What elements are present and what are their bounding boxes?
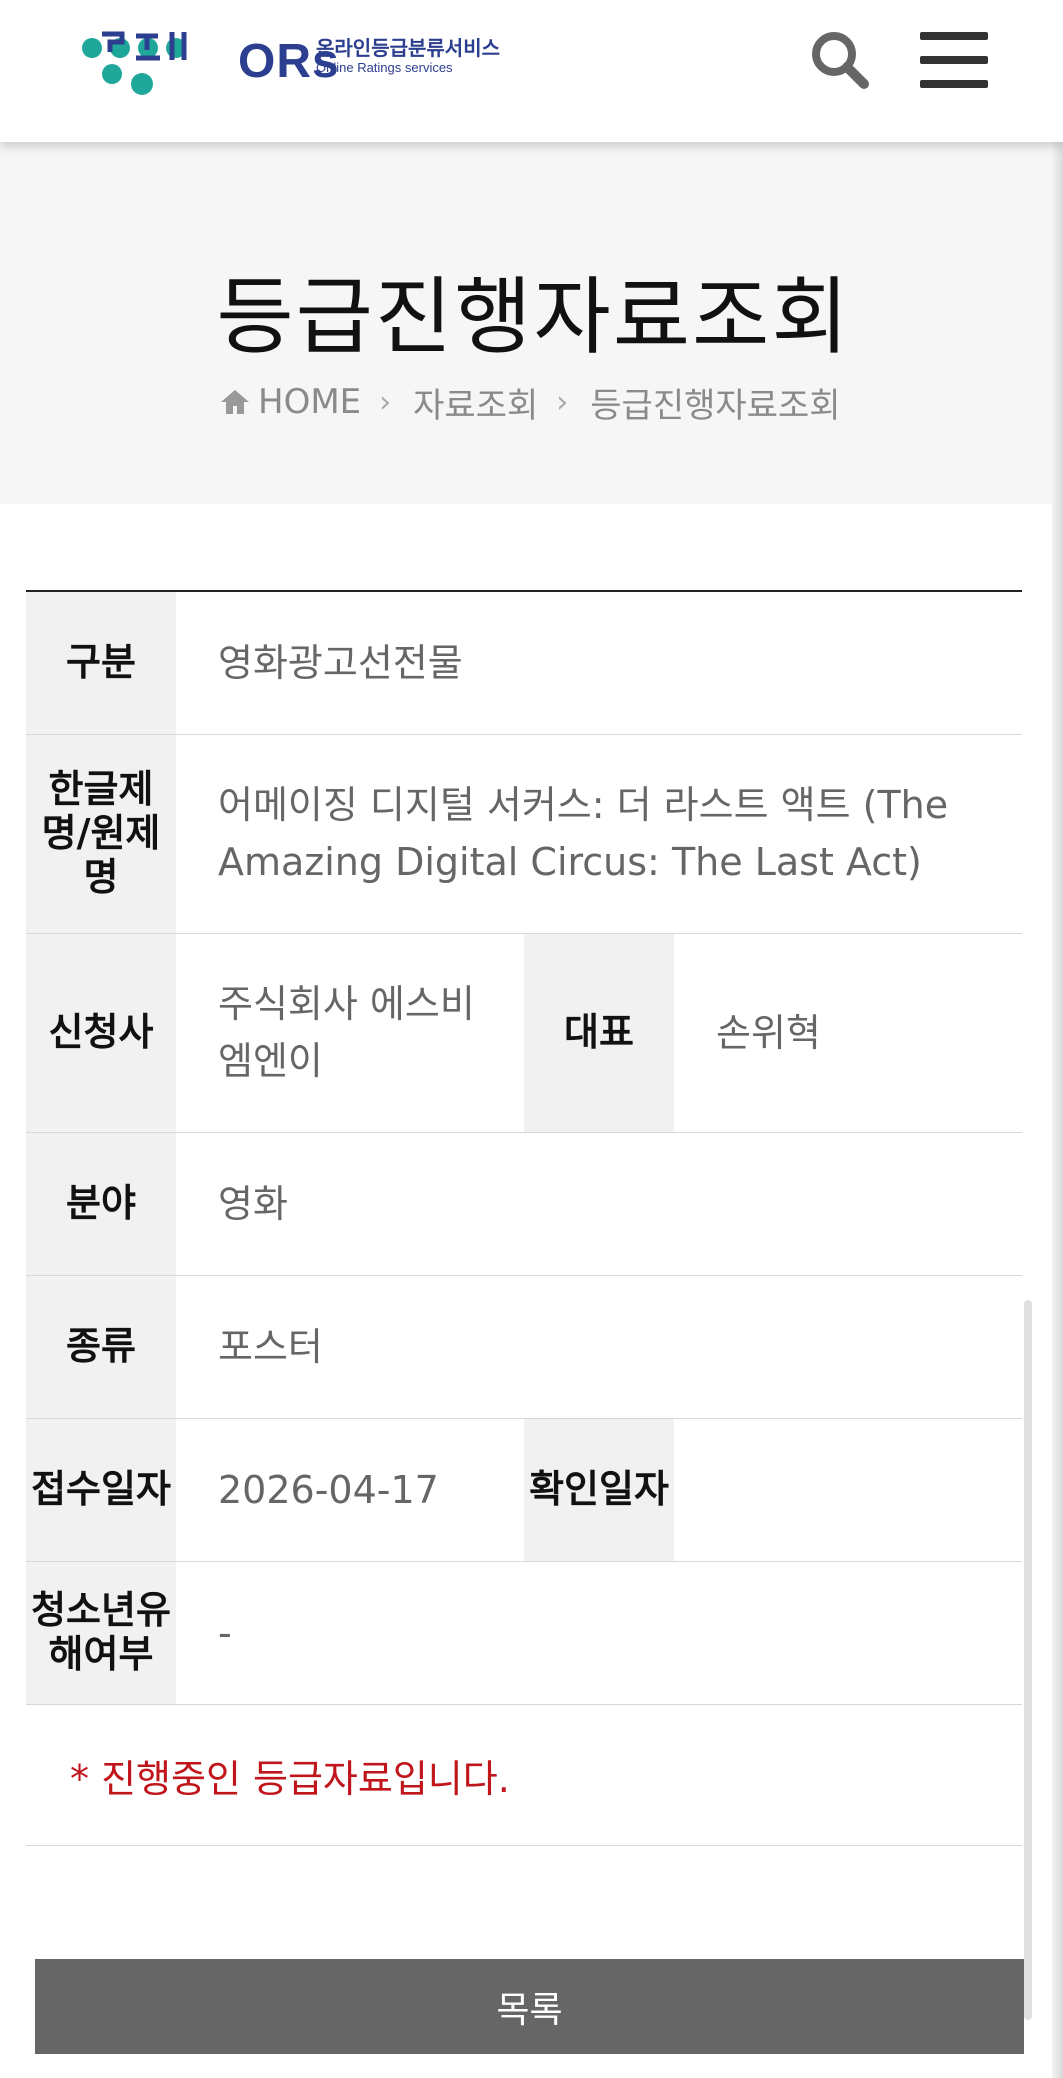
title-value: 어메이징 디지털 서커스: 더 라스트 액트 (The Amazing Digi… (218, 783, 949, 884)
logo-subtitle-english: Online Ratings services (316, 60, 453, 75)
list-button[interactable]: 목록 (35, 1959, 1024, 2054)
page-hero: 등급진행자료조회 HOME › 자료조회 › 등급진행자료조회 (0, 142, 1063, 504)
confirmed-date-label: 확인일자 (524, 1419, 674, 1561)
page-title: 등급진행자료조회 (216, 268, 851, 366)
table-row-youth-harmful: 청소년유해여부 - (26, 1562, 1022, 1705)
search-button[interactable] (808, 28, 872, 92)
chevron-right-icon: › (556, 384, 569, 420)
representative-value: 손위혁 (716, 1010, 821, 1055)
table-row-dates: 접수일자 2026-04-17 확인일자 (26, 1419, 1022, 1562)
hamburger-line (920, 80, 988, 88)
title-label: 한글제명/원제명 (26, 735, 176, 933)
table-row-category: 구분 영화광고선전물 (26, 592, 1022, 735)
field-label: 분야 (26, 1133, 176, 1275)
applicant-label: 신청사 (26, 934, 176, 1132)
progress-notice: * 진행중인 등급자료입니다. (26, 1705, 1022, 1846)
kind-value: 포스터 (218, 1324, 323, 1369)
table-row-applicant: 신청사 주식회사 에스비엠엔이 대표 손위혁 (26, 934, 1022, 1133)
received-date-label: 접수일자 (26, 1419, 176, 1561)
kind-label: 종류 (26, 1276, 176, 1418)
logo-subtitle-korean: 온라인등급분류서비스 (316, 36, 500, 60)
page-edge-shadow (1052, 0, 1063, 2078)
category-label: 구분 (26, 592, 176, 734)
category-value: 영화광고선전물 (218, 640, 463, 685)
table-row-kind: 종류 포스터 (26, 1276, 1022, 1419)
table-row-field: 분야 영화 (26, 1133, 1022, 1276)
scrollbar[interactable] (1024, 1300, 1032, 2020)
site-logo[interactable]: ORs 온라인등급분류서비스 Online Ratings services (80, 26, 510, 106)
youth-harmful-value: - (218, 1610, 232, 1655)
search-icon (812, 32, 869, 89)
rating-info-table: 구분 영화광고선전물 한글제명/원제명 어메이징 디지털 서커스: 더 라스트 … (26, 590, 1022, 1846)
representative-label: 대표 (524, 934, 674, 1132)
breadcrumb-data-lookup[interactable]: 자료조회 (413, 378, 538, 427)
hamburger-line (920, 56, 988, 64)
breadcrumb-home[interactable]: HOME (258, 382, 361, 422)
logo-mark (82, 31, 187, 95)
home-icon (221, 390, 249, 414)
applicant-value: 주식회사 에스비엠엔이 (218, 982, 475, 1083)
youth-harmful-label: 청소년유해여부 (26, 1562, 176, 1704)
field-value: 영화 (218, 1181, 288, 1226)
breadcrumb-current[interactable]: 등급진행자료조회 (590, 378, 840, 427)
hamburger-menu-icon (920, 32, 988, 40)
received-date-value: 2026-04-17 (218, 1467, 439, 1512)
hamburger-menu-button[interactable] (918, 30, 990, 90)
chevron-right-icon: › (379, 384, 392, 420)
table-row-title: 한글제명/원제명 어메이징 디지털 서커스: 더 라스트 액트 (The Ama… (26, 735, 1022, 934)
breadcrumb: HOME › 자료조회 › 등급진행자료조회 (218, 378, 841, 426)
confirmed-date-value (674, 1419, 1022, 1561)
site-header: ORs 온라인등급분류서비스 Online Ratings services (0, 0, 1063, 142)
